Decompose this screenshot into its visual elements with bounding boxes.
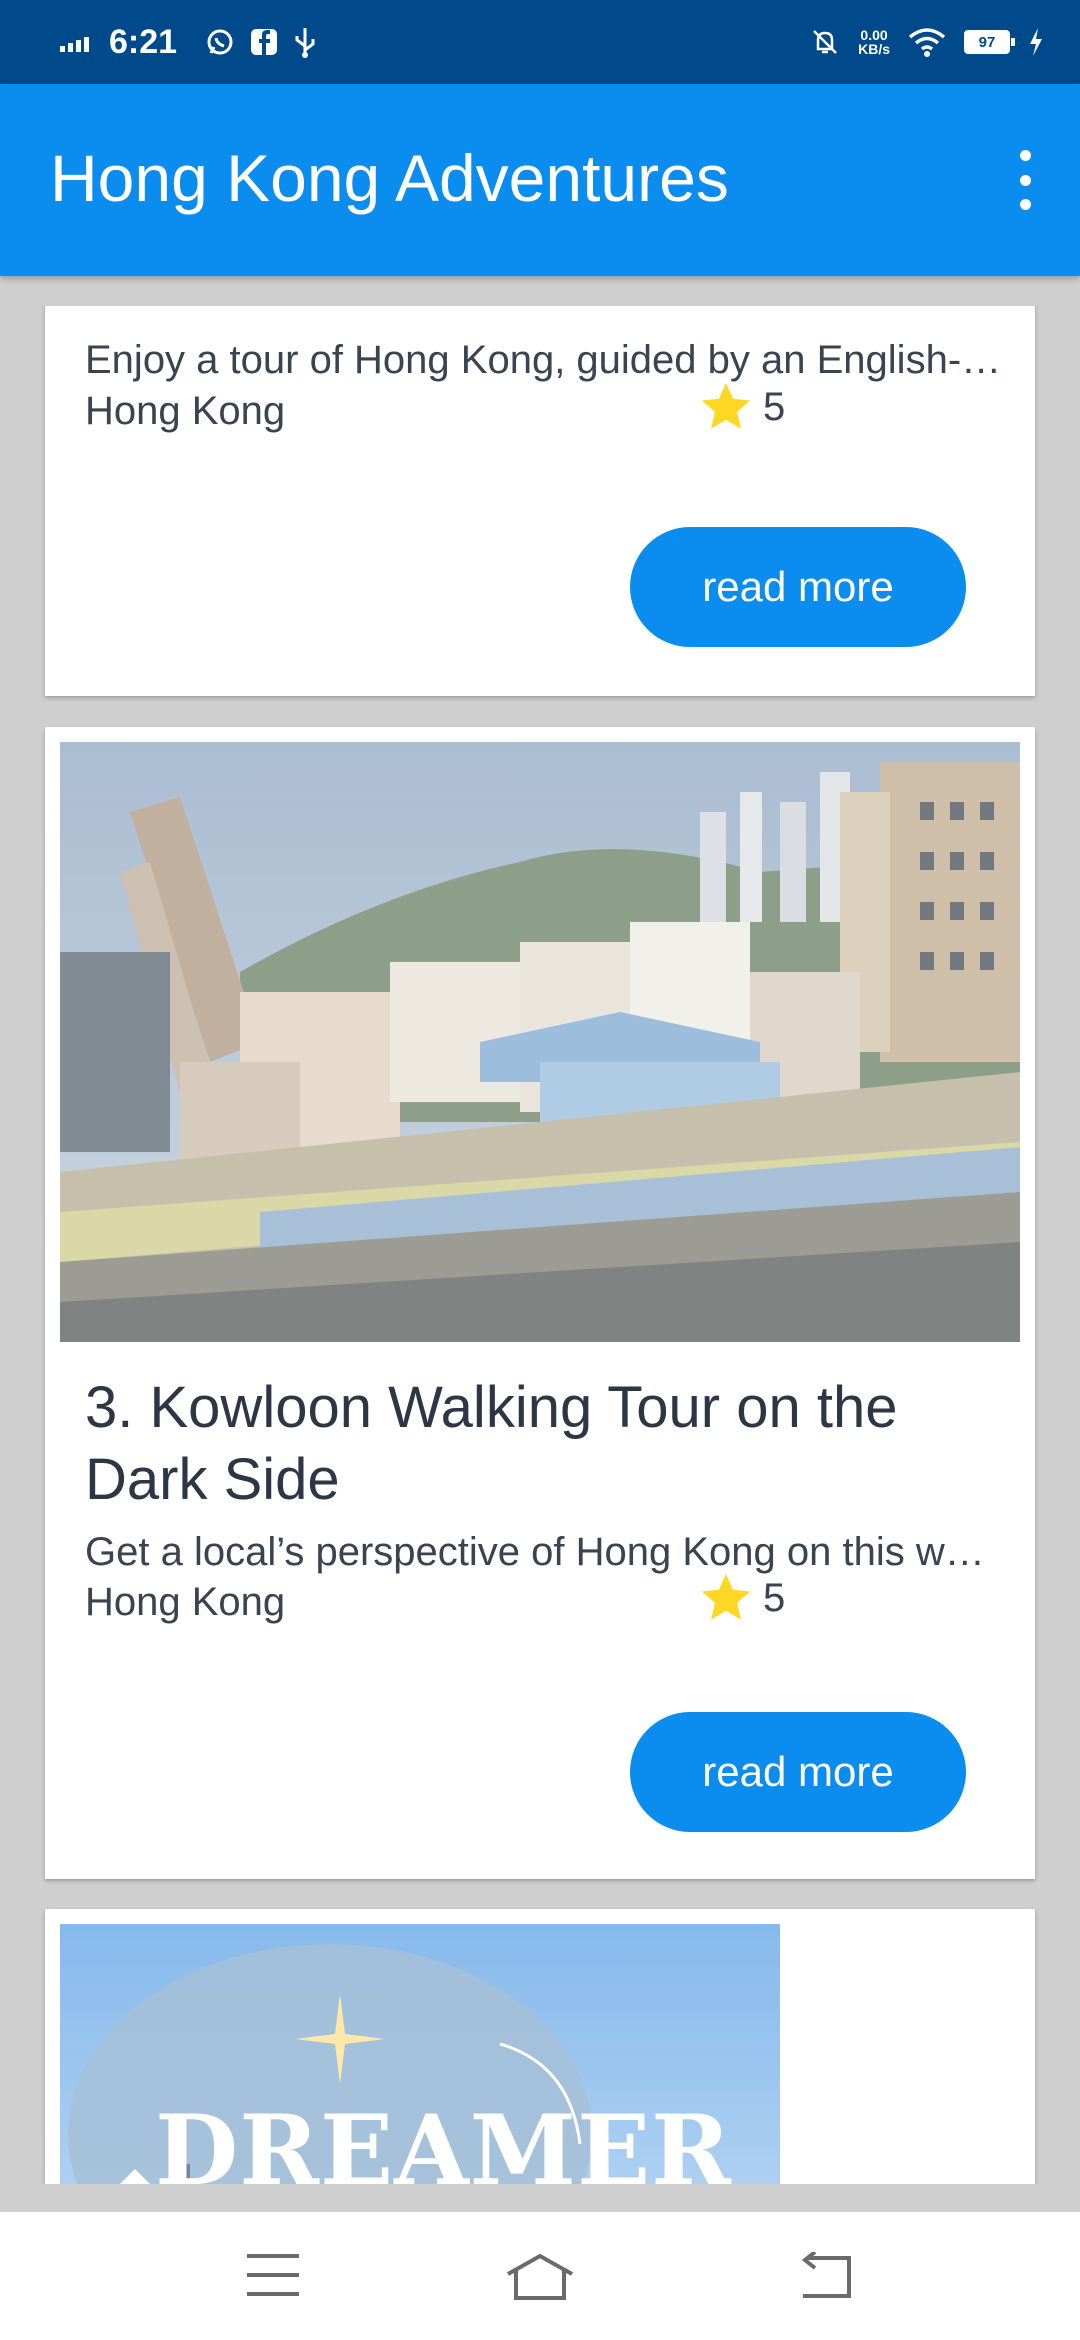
star-icon (701, 382, 751, 429)
card-rating: 5 (697, 1569, 785, 1627)
menu-icon[interactable] (245, 2252, 301, 2298)
tour-card: Landmarks Visit Enjoy a tour of Hong Kon… (45, 306, 1035, 696)
city-skyline-photo (60, 742, 1020, 1342)
card-title: 3. Kowloon Walking Tour on the Dark Side (85, 1375, 898, 1512)
star-icon (701, 1573, 751, 1620)
rating-value: 5 (763, 1575, 786, 1620)
facebook-icon (251, 29, 278, 55)
app-title: Hong Kong Adventures (50, 141, 729, 215)
read-more-button[interactable]: read more (630, 1712, 966, 1832)
mute-bell-icon (813, 30, 837, 54)
card-description: Get a local’s perspective of Hong Kong o… (85, 1530, 1005, 1574)
card-title: Landmarks Visit (85, 306, 497, 318)
battery-icon: 97 (964, 30, 1015, 54)
card-location: Hong Kong (85, 1580, 286, 1624)
signal-icon (60, 32, 89, 52)
navigation-bar (0, 2212, 1080, 2340)
home-icon[interactable] (504, 2252, 576, 2302)
wifi-icon (908, 28, 946, 57)
dreamer-poster-image: DREAMER (60, 1924, 780, 2184)
status-time: 6:21 (109, 22, 178, 61)
rating-value: 5 (763, 384, 786, 429)
net-speed: 0.00 KB/s (858, 27, 890, 57)
read-more-button[interactable]: read more (630, 527, 966, 647)
tour-card: DREAMER (45, 1909, 1035, 2184)
usb-icon (295, 28, 315, 58)
tour-list[interactable]: Landmarks Visit Enjoy a tour of Hong Kon… (0, 306, 1080, 2184)
card-description: Enjoy a tour of Hong Kong, guided by an … (85, 338, 1005, 382)
app-bar: Hong Kong Adventures (0, 84, 1080, 276)
overflow-menu-icon[interactable] (1010, 150, 1040, 210)
tour-card: 3. Kowloon Walking Tour on the Dark Side… (45, 727, 1035, 1879)
back-icon[interactable] (795, 2252, 853, 2302)
poster-title: DREAMER (155, 2094, 732, 2184)
charging-icon (1030, 28, 1042, 56)
whatsapp-icon (207, 29, 233, 55)
card-location: Hong Kong (85, 389, 286, 433)
status-bar: 6:21 0.00 KB/s 97 (0, 0, 1080, 84)
card-rating: 5 (697, 378, 785, 436)
